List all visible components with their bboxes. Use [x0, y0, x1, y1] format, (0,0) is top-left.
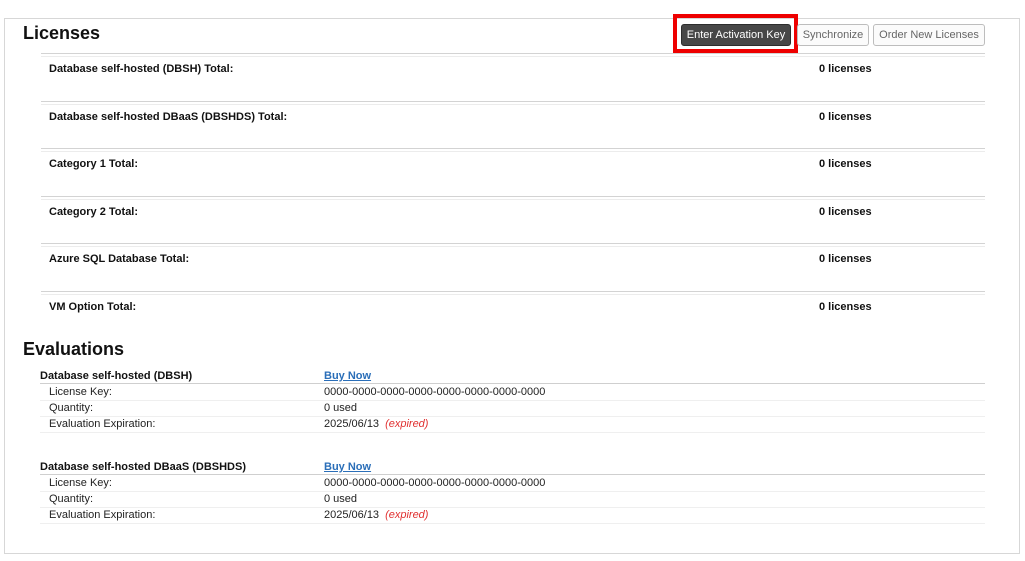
row-divider [41, 56, 985, 57]
license-key-row: License Key: 0000-0000-0000-0000-0000-00… [40, 384, 985, 401]
license-total-value: 0 licenses [819, 111, 872, 123]
license-total-label: Category 1 Total: [49, 158, 139, 170]
expiration-date: 2025/06/13 [324, 509, 380, 521]
license-total-value: 0 licenses [819, 301, 872, 313]
evaluation-expiration-label: Evaluation Expiration: [49, 418, 156, 430]
license-total-value: 0 licenses [819, 206, 872, 218]
expired-status: (expired) [385, 509, 429, 521]
row-divider [41, 294, 985, 295]
quantity-row: Quantity: 0 used [40, 400, 985, 417]
license-total-value: 0 licenses [819, 158, 872, 170]
row-divider [41, 53, 985, 54]
quantity-row: Quantity: 0 used [40, 491, 985, 508]
license-total-row: Category 2 Total: 0 licenses [41, 196, 985, 243]
license-total-label: Database self-hosted DBaaS (DBSHDS) Tota… [49, 111, 288, 123]
license-key-value: 0000-0000-0000-0000-0000-0000-0000-0000 [324, 386, 546, 398]
licenses-heading: Licenses [23, 23, 101, 43]
buy-now-link[interactable]: Buy Now [324, 461, 371, 473]
synchronize-button[interactable]: Synchronize [797, 24, 869, 46]
quantity-label: Quantity: [49, 493, 94, 505]
row-divider [41, 196, 985, 197]
quantity-label: Quantity: [49, 402, 94, 414]
license-key-value: 0000-0000-0000-0000-0000-0000-0000-0000 [324, 477, 546, 489]
license-key-label: License Key: [49, 477, 112, 489]
license-total-row: VM Option Total: 0 licenses [41, 291, 985, 338]
license-total-row: Database self-hosted DBaaS (DBSHDS) Tota… [41, 101, 985, 148]
order-new-licenses-button[interactable]: Order New Licenses [873, 24, 985, 46]
row-divider [41, 104, 985, 105]
row-divider [41, 243, 985, 244]
buy-now-link[interactable]: Buy Now [324, 370, 371, 382]
expiration-date: 2025/06/13 [324, 418, 380, 430]
evaluation-expiration-value: 2025/06/13 (expired) [324, 509, 428, 521]
license-key-row: License Key: 0000-0000-0000-0000-0000-00… [40, 475, 985, 492]
row-divider [41, 246, 985, 247]
license-total-value: 0 licenses [819, 63, 872, 75]
enter-activation-key-button[interactable]: Enter Activation Key [681, 24, 791, 46]
license-total-value: 0 licenses [819, 253, 872, 265]
expired-status: (expired) [385, 418, 429, 430]
license-total-row: Category 1 Total: 0 licenses [41, 148, 985, 195]
license-total-label: Category 2 Total: [49, 206, 139, 218]
license-total-row: Database self-hosted (DBSH) Total: 0 lic… [41, 53, 985, 100]
row-divider [41, 199, 985, 200]
evaluations-heading: Evaluations [23, 339, 125, 359]
row-divider [41, 151, 985, 152]
row-divider [41, 291, 985, 292]
evaluation-expiration-value: 2025/06/13 (expired) [324, 418, 428, 430]
quantity-value: 0 used [324, 402, 358, 414]
license-total-label: Database self-hosted (DBSH) Total: [49, 63, 234, 75]
evaluation-expiration-row: Evaluation Expiration: 2025/06/13 (expire… [40, 416, 985, 433]
quantity-value: 0 used [324, 493, 358, 505]
row-divider [41, 148, 985, 149]
evaluation-expiration-label: Evaluation Expiration: [49, 509, 156, 521]
evaluation-title: Database self-hosted DBaaS (DBSHDS) [40, 461, 246, 473]
license-key-label: License Key: [49, 386, 112, 398]
evaluation-expiration-row: Evaluation Expiration: 2025/06/13 (expire… [40, 507, 985, 524]
license-total-label: Azure SQL Database Total: [49, 253, 190, 265]
evaluation-title: Database self-hosted (DBSH) [40, 370, 193, 382]
license-total-row: Azure SQL Database Total: 0 licenses [41, 243, 985, 290]
license-total-label: VM Option Total: [49, 301, 137, 313]
row-divider [41, 101, 985, 102]
